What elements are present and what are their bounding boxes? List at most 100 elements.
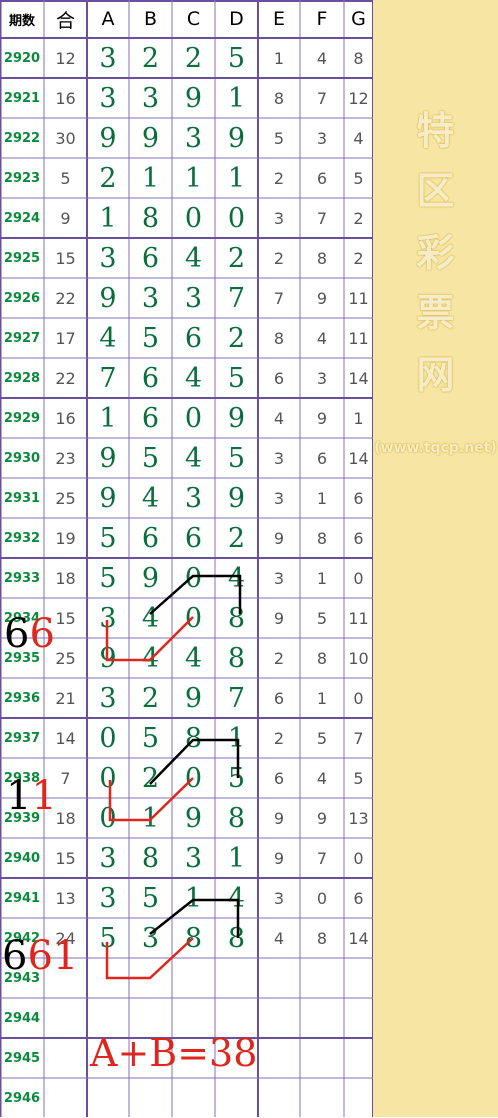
row-digit-a: 5 [99, 562, 117, 594]
row-digit-f: 0 [316, 888, 328, 908]
row-digit-e: 9 [273, 528, 285, 548]
row-digit-d: 8 [227, 922, 246, 954]
row-digit-a: 3 [99, 842, 117, 874]
row-sum: 17 [55, 328, 76, 348]
row-digit-g: 14 [348, 928, 369, 948]
row-digit-a: 9 [99, 442, 117, 474]
row-digit-d: 1 [227, 722, 246, 754]
row-digit-a: 3 [99, 82, 117, 114]
annotation-2-red: 1 [31, 773, 57, 819]
row-sum: 21 [55, 688, 76, 708]
row-sum: 12 [55, 48, 76, 68]
row-digit-d: 9 [227, 122, 246, 154]
row-digit-e: 9 [273, 808, 285, 828]
row-digit-f: 4 [316, 328, 328, 348]
row-digit-d: 2 [227, 242, 246, 274]
row-digit-b: 6 [141, 402, 160, 434]
row-digit-g: 6 [353, 888, 364, 908]
row-digit-a: 1 [99, 402, 117, 434]
row-digit-a: 9 [99, 122, 117, 154]
row-issue: 2921 [3, 90, 41, 106]
row-issue: 2927 [3, 330, 41, 346]
row-sum: 16 [55, 408, 76, 428]
row-digit-b: 3 [141, 922, 160, 954]
row-issue: 2930 [3, 450, 41, 466]
row-digit-a: 5 [99, 922, 117, 954]
row-issue: 2933 [3, 570, 41, 586]
row-digit-d: 5 [227, 442, 246, 474]
row-digit-b: 8 [141, 842, 160, 874]
header-sum: 合 [55, 9, 75, 32]
row-issue: 2923 [3, 170, 41, 186]
row-digit-g: 0 [353, 688, 364, 708]
row-digit-f [300, 958, 344, 998]
row-digit-d: 7 [227, 282, 246, 314]
row-issue: 2941 [3, 890, 41, 906]
row-digit-a: 2 [99, 162, 117, 194]
row-digit-c: 0 [184, 602, 203, 634]
row-digit-f [300, 1078, 344, 1118]
row-digit-a [87, 958, 129, 998]
row-digit-b: 5 [141, 722, 160, 754]
row-digit-e: 2 [273, 728, 285, 748]
row-sum: 22 [55, 288, 76, 308]
row-digit-e: 3 [273, 568, 285, 588]
row-digit-a: 7 [99, 362, 117, 394]
header-col-b: B [143, 8, 158, 30]
row-sum [44, 1078, 87, 1118]
row-digit-f: 6 [316, 448, 328, 468]
row-digit-f: 8 [316, 928, 328, 948]
row-digit-d: 4 [227, 882, 246, 914]
row-digit-c: 9 [184, 682, 203, 714]
row-issue: 2937 [3, 730, 41, 746]
row-digit-g [344, 1038, 373, 1078]
annotation-2: 11 [6, 772, 57, 820]
row-digit-d: 7 [227, 682, 246, 714]
row-digit-g: 11 [348, 328, 369, 348]
row-digit-d: 8 [227, 602, 246, 634]
row-digit-f [300, 1038, 344, 1078]
row-digit-d: 1 [227, 842, 246, 874]
row-digit-c [172, 958, 215, 998]
row-digit-d: 1 [227, 82, 246, 114]
row-sum: 23 [55, 448, 76, 468]
row-digit-g: 2 [353, 248, 364, 268]
row-issue: 2946 [3, 1090, 41, 1106]
row-digit-e: 2 [273, 248, 285, 268]
watermark-panel: 特区彩票网 (www.tqcp.net) [373, 0, 498, 1117]
row-digit-a: 0 [99, 722, 117, 754]
header-col-f: F [316, 8, 328, 30]
row-digit-f: 9 [316, 288, 328, 308]
row-digit-e: 4 [273, 928, 285, 948]
row-digit-e: 6 [273, 688, 285, 708]
row-digit-d: 8 [227, 642, 246, 674]
row-digit-b [129, 958, 172, 998]
row-digit-c: 3 [184, 122, 203, 154]
row-digit-a: 3 [99, 242, 117, 274]
row-digit-c: 1 [184, 162, 203, 194]
row-digit-g: 11 [348, 288, 369, 308]
row-digit-f: 8 [316, 648, 328, 668]
row-digit-g: 4 [353, 128, 364, 148]
row-digit-b: 1 [141, 802, 160, 834]
row-digit-g: 11 [348, 608, 369, 628]
row-digit-e [258, 1038, 300, 1078]
header-issue: 期数 [8, 13, 35, 29]
row-digit-e: 3 [273, 448, 285, 468]
row-digit-c: 6 [184, 522, 203, 554]
row-issue: 2929 [3, 410, 41, 426]
row-digit-c: 2 [184, 42, 203, 74]
row-digit-c: 4 [184, 642, 203, 674]
row-digit-f: 1 [316, 568, 328, 588]
row-sum: 19 [55, 528, 76, 548]
watermark-char: 彩 [416, 231, 455, 275]
row-digit-d: 9 [227, 482, 246, 514]
watermark-char: 网 [416, 353, 455, 397]
row-digit-b: 6 [141, 522, 160, 554]
row-issue: 2924 [3, 210, 41, 226]
row-digit-c: 3 [184, 482, 203, 514]
row-digit-d: 1 [227, 162, 246, 194]
row-digit-c: 4 [184, 442, 203, 474]
row-digit-c [172, 1078, 215, 1118]
row-digit-b: 2 [141, 42, 160, 74]
